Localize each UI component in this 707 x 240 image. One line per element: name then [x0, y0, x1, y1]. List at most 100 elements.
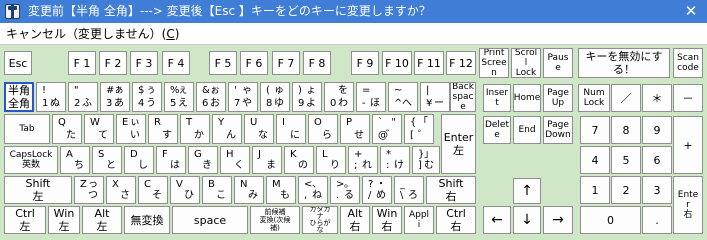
key-caps-lock[interactable]: CapsLock 英数: [4, 146, 58, 174]
key-j[interactable]: Jま: [252, 146, 282, 174]
key-backspace[interactable]: Back spac e: [450, 82, 476, 112]
key-win-left[interactable]: Win 左: [48, 206, 80, 234]
disable-key-button[interactable]: キーを無効にす る！: [578, 48, 670, 78]
key-numpad-subtract[interactable]: －: [673, 84, 703, 112]
key-d[interactable]: Dし: [124, 146, 154, 174]
key-colon[interactable]: *: け: [380, 146, 410, 174]
key-open-bracket[interactable]: {「 [゜: [404, 114, 434, 144]
key-numpad-divide[interactable]: ／: [611, 84, 641, 112]
key-period[interactable]: >。. る: [330, 176, 360, 204]
key-0[interactable]: を0わ: [324, 82, 354, 112]
key-4[interactable]: $ ぅ 4 う: [132, 82, 162, 112]
key-f6[interactable]: F 6: [240, 51, 268, 75]
key-num-lock[interactable]: Num Lock: [578, 84, 610, 112]
key-g[interactable]: Gき: [188, 146, 218, 174]
key-numpad-8[interactable]: 8: [611, 116, 641, 144]
key-2[interactable]: " 2 ふ: [68, 82, 98, 112]
key-arrow-left[interactable]: ←: [483, 206, 511, 234]
close-button[interactable]: ✕: [680, 1, 702, 21]
key-win-right[interactable]: Win 右: [372, 206, 402, 234]
key-w[interactable]: Wて: [84, 114, 114, 144]
key-numpad-7[interactable]: 7: [580, 116, 610, 144]
key-yen[interactable]: | ¥ ー: [420, 82, 450, 112]
key-p[interactable]: Pせ: [340, 114, 370, 144]
key-print-screen[interactable]: Print Scree n: [479, 48, 509, 78]
key-numpad-2[interactable]: 2: [611, 176, 641, 204]
key-f1[interactable]: F 1: [68, 51, 96, 75]
key-numpad-6[interactable]: 6: [642, 146, 672, 174]
key-hankaku-zenkaku[interactable]: 半角 全角: [4, 82, 34, 112]
key-alt-right[interactable]: Alt 右: [340, 206, 370, 234]
key-f12[interactable]: F 12: [446, 51, 476, 75]
key-f10[interactable]: F 10: [382, 51, 412, 75]
key-semicolon[interactable]: +; れ: [348, 146, 378, 174]
key-e[interactable]: Eぃい: [116, 114, 146, 144]
key-numpad-5[interactable]: 5: [611, 146, 641, 174]
key-shift-left[interactable]: Shift 左: [4, 176, 72, 204]
key-x[interactable]: Xさ: [106, 176, 136, 204]
key-f2[interactable]: F 2: [99, 51, 127, 75]
key-f7[interactable]: F 7: [272, 51, 300, 75]
key-a[interactable]: Aち: [60, 146, 90, 174]
key-f4[interactable]: F 4: [162, 51, 190, 75]
key-slash[interactable]: ? ・ / め: [362, 176, 392, 204]
key-numpad-decimal[interactable]: .: [642, 206, 672, 234]
key-esc[interactable]: Esc: [4, 51, 32, 75]
key-arrow-down[interactable]: ↓: [513, 206, 541, 234]
key-7[interactable]: ' ゃ 7 や: [228, 82, 258, 112]
key-f5[interactable]: F 5: [209, 51, 237, 75]
key-numpad-0[interactable]: 0: [580, 206, 641, 234]
key-apps[interactable]: Appl i: [404, 206, 434, 234]
key-page-up[interactable]: Page Up: [543, 84, 573, 112]
key-backslash[interactable]: _ \ ろ: [394, 176, 424, 204]
key-numpad-4[interactable]: 4: [580, 146, 610, 174]
key-arrow-right[interactable]: →: [543, 206, 573, 234]
menu-cancel[interactable]: キャンセル（変更しません）(C): [6, 27, 179, 41]
key-f11[interactable]: F 11: [414, 51, 444, 75]
key-5[interactable]: % ぇ 5 え: [164, 82, 194, 112]
key-home[interactable]: Home: [513, 84, 541, 112]
key-1[interactable]: ! 1 ぬ: [36, 82, 66, 112]
key-alt-left[interactable]: Alt 左: [82, 206, 122, 234]
key-comma[interactable]: <、, ね: [298, 176, 328, 204]
key-delete[interactable]: Delet e: [483, 116, 511, 144]
key-y[interactable]: Yん: [212, 114, 242, 144]
key-9[interactable]: ) ょ 9 よ: [292, 82, 322, 112]
key-o[interactable]: Oら: [308, 114, 338, 144]
key-i[interactable]: Iに: [276, 114, 306, 144]
key-h[interactable]: Hく: [220, 146, 250, 174]
key-v[interactable]: Vひ: [170, 176, 200, 204]
key-muhenkan[interactable]: 無変換: [124, 206, 170, 234]
key-f9[interactable]: F 9: [351, 51, 379, 75]
key-at[interactable]: ` " @ ゛: [372, 114, 402, 144]
key-8[interactable]: (ゅ 8 ゆ: [260, 82, 290, 112]
key-caret[interactable]: ~ ^ へ: [388, 82, 418, 112]
key-f[interactable]: Fは: [156, 146, 186, 174]
key-katakana-hiragana[interactable]: カタカ ナ ひらが な: [302, 206, 338, 234]
key-t[interactable]: Tか: [180, 114, 210, 144]
key-end[interactable]: End: [513, 116, 541, 144]
key-henkan[interactable]: 前候補 変換(次候 補): [250, 206, 300, 234]
key-shift-right[interactable]: Shift 右: [426, 176, 476, 204]
key-n[interactable]: Nみ: [234, 176, 264, 204]
key-6[interactable]: & ぉ 6 お: [196, 82, 226, 112]
key-scroll-lock[interactable]: Scrol l Lock: [511, 48, 541, 78]
key-u[interactable]: Uな: [244, 114, 274, 144]
key-numpad-1[interactable]: 1: [580, 176, 610, 204]
key-insert[interactable]: Inser t: [483, 84, 511, 112]
key-3[interactable]: # ぁ 3 あ: [100, 82, 130, 112]
key-b[interactable]: Bこ: [202, 176, 232, 204]
key-close-bracket[interactable]: }」] む: [412, 146, 440, 174]
key-q[interactable]: Qた: [52, 114, 82, 144]
key-minus[interactable]: = - ほ: [356, 82, 386, 112]
key-ctrl-right[interactable]: Ctrl 右: [436, 206, 476, 234]
key-numpad-enter[interactable]: Ente r 右: [673, 176, 703, 234]
key-k[interactable]: Kの: [284, 146, 314, 174]
key-page-down[interactable]: Page Down: [543, 116, 573, 144]
key-tab[interactable]: Tab: [4, 114, 50, 144]
key-arrow-up[interactable]: ↑: [513, 178, 541, 204]
scan-code-button[interactable]: Scan code: [673, 48, 703, 78]
key-l[interactable]: Lり: [316, 146, 346, 174]
key-numpad-add[interactable]: +: [673, 116, 703, 174]
key-r[interactable]: Rす: [148, 114, 178, 144]
